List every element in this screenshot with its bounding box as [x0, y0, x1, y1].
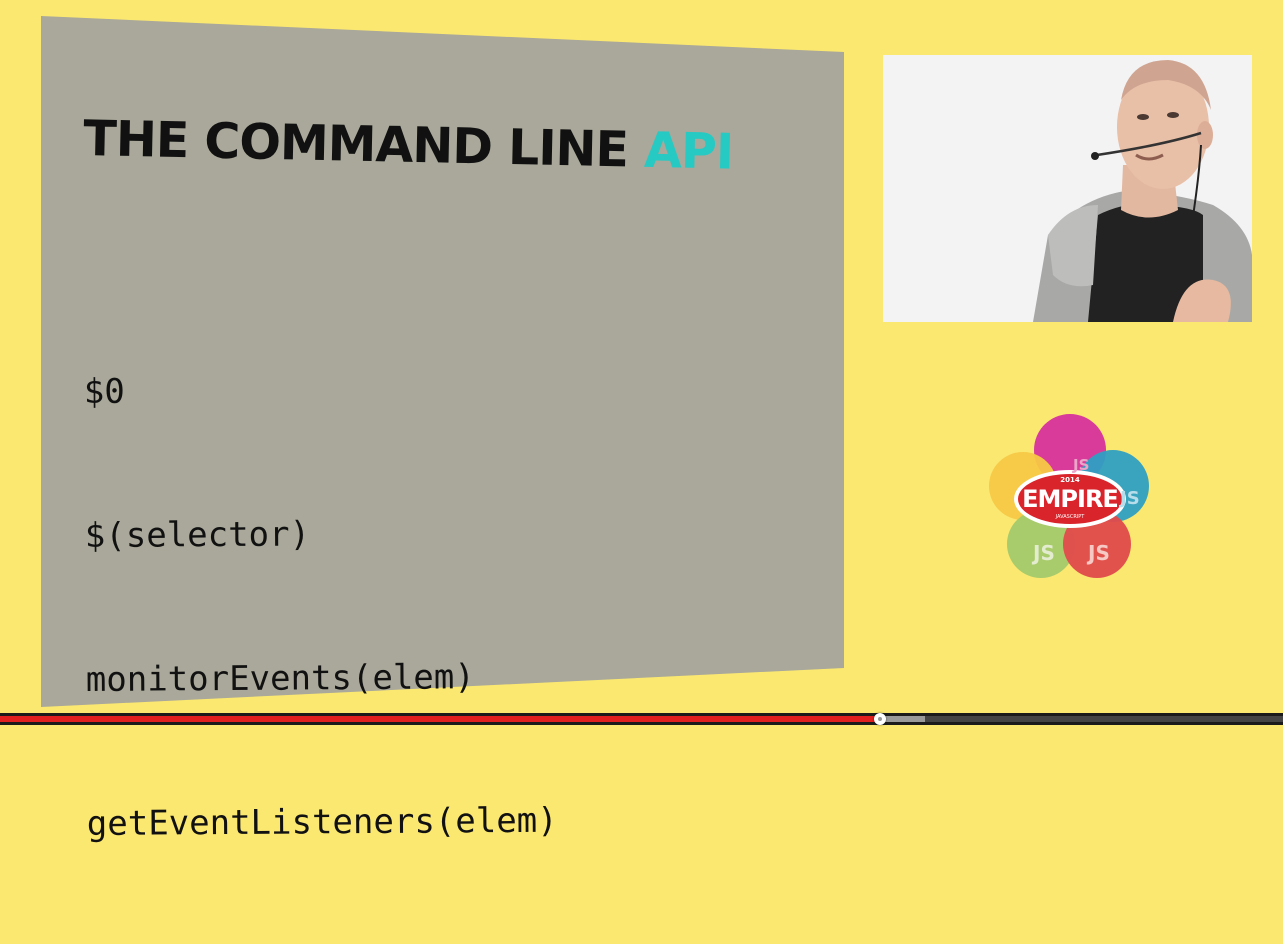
empire-js-logo: JS JS JS JS 2014 EMPIRE JAVASCRIPT [985, 412, 1155, 582]
progress-scrubber-handle[interactable] [874, 713, 886, 725]
progress-buffered [880, 716, 925, 722]
logo-petal-js: JS [1118, 488, 1140, 509]
slide-title-accent: API [643, 121, 734, 181]
speaker-video-inset [883, 55, 1252, 322]
logo-petal-js: JS [1031, 541, 1055, 565]
video-frame[interactable]: THE COMMAND LINE API $0 $(selector) moni… [0, 0, 1283, 844]
code-line: getEventListeners(elem) [86, 800, 558, 844]
speaker-image [883, 55, 1252, 322]
logo-name: EMPIRE [1022, 485, 1118, 513]
code-line: $0 [83, 371, 125, 412]
logo-petal-js: JS [1086, 541, 1110, 565]
code-line: $(selector) [84, 514, 311, 556]
logo-petal-js: JS [1072, 456, 1089, 474]
progress-played [0, 716, 880, 722]
logo-subtitle: JAVASCRIPT [1055, 514, 1086, 520]
code-list: $0 $(selector) monitorEvents(elem) getEv… [83, 269, 558, 944]
logo-year: 2014 [1060, 476, 1080, 484]
code-line: monitorEvents(elem) [85, 657, 475, 700]
logo-graphic: JS JS JS JS 2014 EMPIRE JAVASCRIPT [989, 414, 1149, 578]
video-progress-bar[interactable] [0, 713, 1283, 725]
slide-title-main: THE COMMAND LINE [82, 110, 645, 179]
